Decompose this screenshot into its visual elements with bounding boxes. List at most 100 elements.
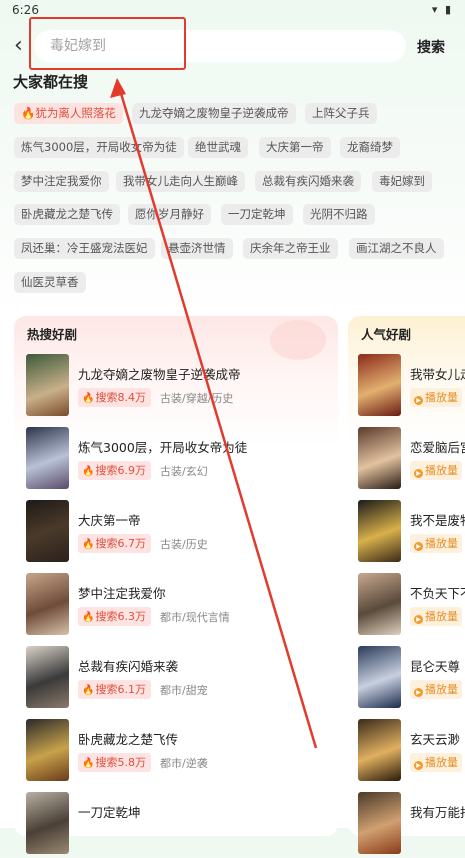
fire-icon: 🔥 [82,393,95,404]
drama-item[interactable]: 昆仑天尊 ▶ 播放量 [358,646,465,712]
drama-poster [358,646,401,708]
drama-item[interactable]: 不负天下不 ▶播放量 [358,573,465,639]
search-chip[interactable]: 大庆第一帝 [259,137,331,158]
search-chip[interactable]: 🔥犹为离人照落花 [14,103,123,124]
search-chip[interactable]: 九龙夺嫡之废物皇子逆袭成帝 [132,103,296,124]
drama-item[interactable]: 炼气3000层，开局收女帝为徒 🔥搜索6.9万 古装/玄幻 [26,427,326,493]
play-count-badge: ▶ 播放量 [410,753,462,772]
play-icon: ▶ [414,615,423,624]
drama-poster [26,427,69,489]
play-icon: ▶ [414,542,423,551]
search-chip[interactable]: 愿你岁月静好 [128,204,211,225]
drama-poster [26,792,69,854]
drama-title: 一刀定乾坤 [78,805,141,820]
search-chip[interactable]: 总裁有疾闪婚来袭 [255,171,361,192]
search-chip[interactable]: 梦中注定我爱你 [14,171,109,192]
search-chip[interactable]: 卧虎藏龙之楚飞传 [14,204,120,225]
search-box[interactable] [34,30,406,62]
search-chip[interactable]: 仙医灵草香 [14,272,86,293]
drama-title: 总裁有疾闪婚来袭 [78,659,179,674]
drama-title: 炼气3000层，开局收女帝为徒 [78,440,248,455]
drama-item[interactable]: 我不是废物 ▶播放量 [358,500,465,566]
drama-item[interactable]: 我有万能抖 [358,792,465,858]
drama-title: 恋爱脑后宫 [410,440,465,455]
play-icon: ▶ [414,469,423,478]
play-icon: ▶ [414,688,423,697]
play-count-badge: ▶ 播放量 [410,680,462,699]
drama-item[interactable]: 一刀定乾坤 [26,792,326,858]
search-count-badge: 🔥搜索6.7万 [78,534,151,553]
drama-poster [26,719,69,781]
drama-item[interactable]: 恋爱脑后宫 ▶播放量 [358,427,465,493]
drama-poster [26,573,69,635]
search-chip[interactable]: 光阴不归路 [303,204,375,225]
drama-title: 我不是废物 [410,513,465,528]
popular-searches-title: 大家都在搜 [13,73,89,91]
drama-poster [358,719,401,781]
search-row: ‹ 搜索 [0,28,465,64]
drama-title: 卧虎藏龙之楚飞传 [78,732,179,747]
search-chip[interactable]: 凤还巢：冷王盛宠法医妃 [14,238,155,259]
search-count-badge: 🔥搜索6.9万 [78,461,151,480]
drama-genre: 古装/穿越/历史 [160,392,234,405]
drama-poster [358,427,401,489]
search-count-badge: 🔥搜索8.4万 [78,388,151,407]
drama-item[interactable]: 总裁有疾闪婚来袭 🔥搜索6.1万 都市/甜宠 [26,646,326,712]
play-count-badge: ▶ 播放量 [410,534,462,553]
search-count-badge: 🔥搜索5.8万 [78,753,151,772]
search-chip[interactable]: 庆余年之帝王业 [243,238,338,259]
fire-icon: 🔥 [82,758,95,769]
drama-genre: 都市/现代言情 [160,611,230,624]
back-icon[interactable]: ‹ [14,32,23,60]
fire-icon: 🔥 [82,612,95,623]
drama-poster [26,500,69,562]
fire-icon: 🔥 [21,106,36,120]
play-icon: ▶ [414,761,423,770]
drama-genre: 都市/甜宠 [160,684,208,697]
drama-title: 大庆第一帝 [78,513,141,528]
search-chip[interactable]: 龙裔绮梦 [340,137,400,158]
drama-title: 梦中注定我爱你 [78,586,166,601]
drama-poster [26,646,69,708]
search-chip[interactable]: 我带女儿走向人生巅峰 [116,171,245,192]
drama-poster [358,792,401,854]
drama-poster [358,500,401,562]
drama-title: 九龙夺嫡之废物皇子逆袭成帝 [78,367,241,382]
drama-title: 不负天下不 [410,586,465,601]
search-chip[interactable]: 绝世武魂 [188,137,248,158]
drama-title: 我带女儿走 [410,367,465,382]
play-count-badge: ▶ 播放量 [410,607,462,626]
play-count-badge: ▶ 播放量 [410,388,462,407]
drama-genre: 都市/逆袭 [160,757,208,770]
popular-dramas-title: 人气好剧 [361,327,412,342]
fire-icon: 🔥 [82,466,95,477]
status-time: 6:26 [12,3,39,17]
hot-dramas-title: 热搜好剧 [27,327,78,342]
popular-dramas-card: 人气好剧 我带女儿走 ▶播放量 恋爱脑后宫 ▶播放量 我不是废物 ▶播放量 不负… [348,316,465,854]
search-count-badge: 🔥搜索6.1万 [78,680,151,699]
drama-title: 玄天云渺 [410,732,461,747]
search-input[interactable] [48,37,352,55]
fire-icon: 🔥 [82,539,95,550]
drama-item[interactable]: 卧虎藏龙之楚飞传 🔥搜索5.8万 都市/逆袭 [26,719,326,785]
drama-item[interactable]: 玄天云渺 ▶ 播放量 [358,719,465,785]
search-chip[interactable]: 画江湖之不良人 [349,238,444,259]
status-bar: 6:26 ▾ ▮ [0,0,465,22]
drama-genre: 古装/历史 [160,538,208,551]
drama-poster [26,354,69,416]
play-count-badge: ▶ 播放量 [410,461,462,480]
search-count-badge: 🔥搜索6.3万 [78,607,151,626]
drama-item[interactable]: 梦中注定我爱你 🔥搜索6.3万 都市/现代言情 [26,573,326,639]
search-chip[interactable]: 毒妃嫁到 [372,171,432,192]
drama-item[interactable]: 九龙夺嫡之废物皇子逆袭成帝 🔥搜索8.4万 古装/穿越/历史 [26,354,326,420]
drama-item[interactable]: 我带女儿走 ▶播放量 [358,354,465,420]
fire-icon: 🔥 [82,685,95,696]
search-button[interactable]: 搜索 [417,37,445,57]
drama-title: 我有万能抖 [410,805,465,820]
drama-poster [358,573,401,635]
drama-item[interactable]: 大庆第一帝 🔥搜索6.7万 古装/历史 [26,500,326,566]
search-chip[interactable]: 一刀定乾坤 [221,204,293,225]
search-chip[interactable]: 上阵父子兵 [305,103,377,124]
search-chip[interactable]: 悬壶济世情 [161,238,233,259]
search-chip[interactable]: 炼气3000层，开局收女帝为徒 [14,137,184,158]
